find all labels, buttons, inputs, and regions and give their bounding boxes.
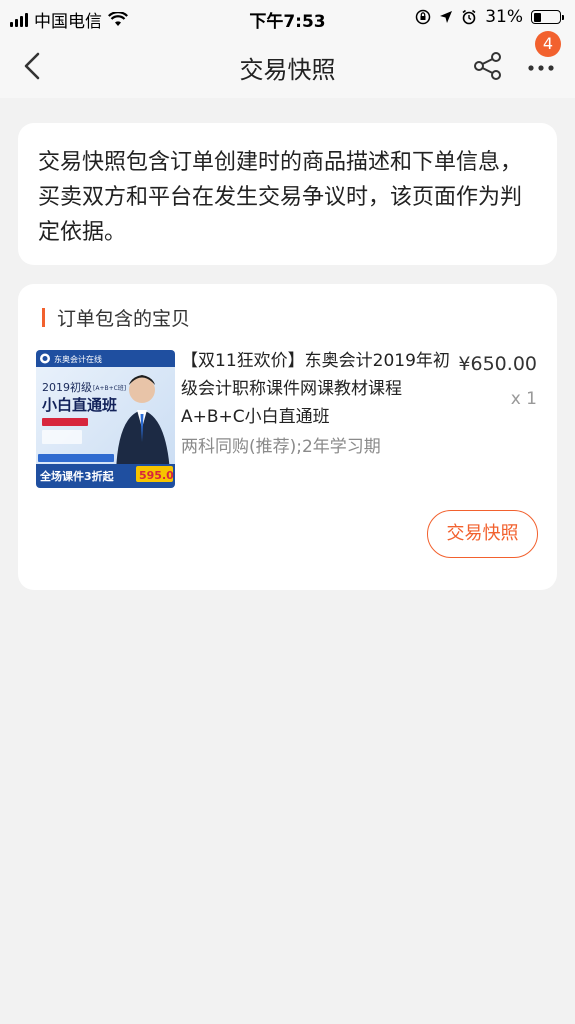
battery-icon xyxy=(531,10,564,24)
thumb-brand: 东奥会计在线 xyxy=(54,354,102,364)
status-bar: 中国电信 下午7:53 31% xyxy=(0,0,575,34)
product-quantity: x 1 xyxy=(510,389,537,409)
thumb-price: 595.0 xyxy=(139,469,174,482)
orientation-lock-icon xyxy=(415,9,431,25)
thumb-promo: 全场课件3折起 xyxy=(39,469,115,483)
order-card: 订单包含的宝贝 东奥会计在线 2019初级 [A+B+C班] 小白直通班 595… xyxy=(18,284,557,590)
share-button[interactable] xyxy=(470,48,506,84)
section-title: 订单包含的宝贝 xyxy=(57,308,191,330)
status-right: 31% xyxy=(415,7,564,27)
notification-badge: 4 xyxy=(535,31,561,57)
product-image: 东奥会计在线 2019初级 [A+B+C班] 小白直通班 595.0 全场课件3… xyxy=(36,350,175,488)
section-accent-bar xyxy=(42,308,45,327)
description-text: 交易快照包含订单创建时的商品描述和下单信息，买卖双方和平台在发生交易争议时，该页… xyxy=(38,150,523,245)
thumb-heading-small: 2019初级 xyxy=(42,380,92,394)
product-thumbnail[interactable]: 东奥会计在线 2019初级 [A+B+C班] 小白直通班 595.0 全场课件3… xyxy=(36,350,175,488)
snapshot-button[interactable]: 交易快照 xyxy=(427,510,538,558)
nav-bar: 交易快照 xyxy=(0,34,575,98)
location-icon xyxy=(440,11,453,23)
product-spec: 两科同购(推荐);2年学习期 xyxy=(181,437,381,457)
thumb-heading-tag: [A+B+C班] xyxy=(93,384,126,392)
product-title[interactable]: 【双11狂欢价】东奥会计2019年初级会计职称课件网课教材课程A+B+C小白直通… xyxy=(181,347,451,431)
thumb-heading-big: 小白直通班 xyxy=(42,396,117,414)
battery-percent: 31% xyxy=(485,7,523,27)
section-header: 订单包含的宝贝 xyxy=(42,304,190,331)
description-card: 交易快照包含订单创建时的商品描述和下单信息，买卖双方和平台在发生交易争议时，该页… xyxy=(18,123,557,265)
alarm-icon xyxy=(462,9,476,25)
product-price: ¥650.00 xyxy=(458,353,537,375)
share-icon xyxy=(474,52,501,80)
